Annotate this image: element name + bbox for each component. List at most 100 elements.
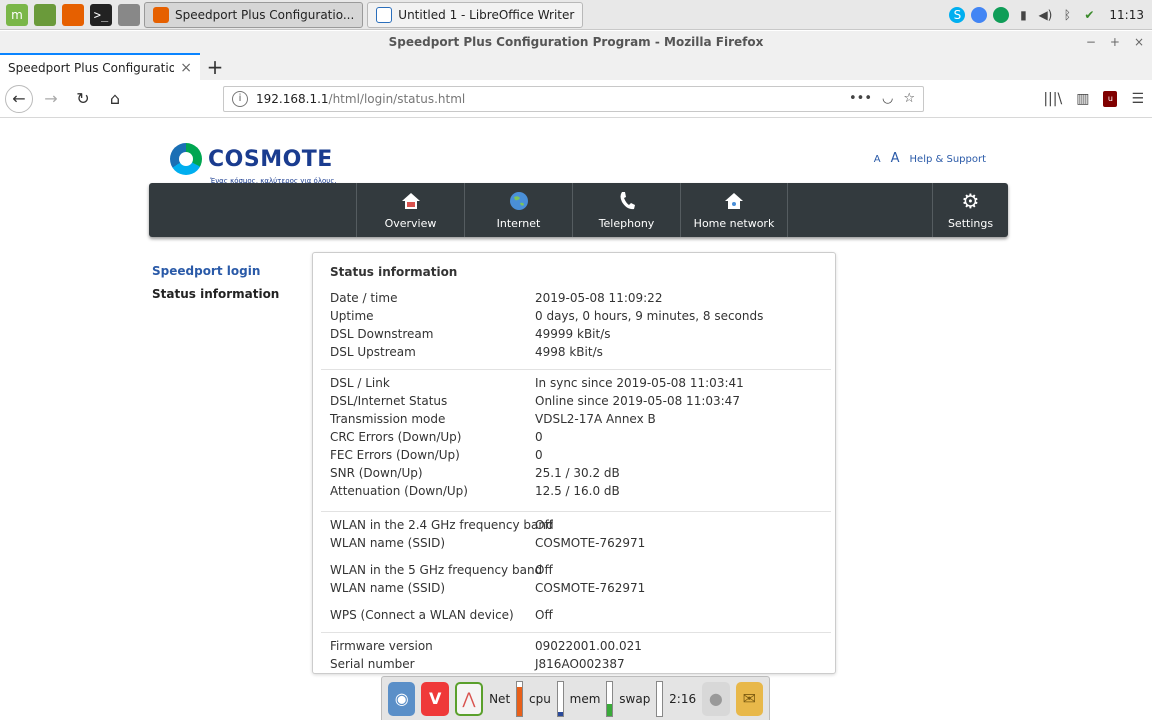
status-value: COSMOTE-762971 [535, 536, 646, 550]
files-launcher-icon[interactable] [118, 3, 140, 26]
page-actions-icon[interactable]: ••• [849, 91, 872, 106]
show-desktop-icon[interactable] [34, 3, 56, 26]
mail-icon[interactable]: ✉ [735, 681, 763, 716]
nav-internet-label: Internet [496, 216, 541, 230]
status-label: DSL / Link [330, 376, 390, 390]
nav-home-network-label: Home network [693, 216, 775, 230]
status-label: Date / time [330, 291, 398, 305]
mint-menu-icon[interactable]: m [6, 3, 28, 26]
status-value: In sync since 2019-05-08 11:03:41 [535, 376, 744, 390]
vivaldi-icon[interactable]: V [421, 681, 449, 716]
nav-telephony-label: Telephony [598, 216, 655, 230]
status-value: 0 days, 0 hours, 9 minutes, 8 seconds [535, 309, 764, 323]
taskbar-firefox[interactable]: Speedport Plus Configuratio... [144, 1, 364, 28]
bookmark-star-icon[interactable]: ☆ [903, 91, 915, 106]
nav-settings[interactable]: ⚙ Settings [932, 183, 1008, 237]
swap-meter [656, 680, 664, 717]
bluetooth-icon[interactable]: ᛒ [1059, 7, 1075, 23]
menu-icon[interactable]: ☰ [1131, 91, 1144, 107]
close-icon[interactable]: × [1134, 31, 1144, 53]
firefox-icon [153, 6, 169, 23]
hangouts-icon[interactable] [993, 6, 1010, 23]
status-label: WLAN in the 2.4 GHz frequency band [330, 518, 554, 532]
navigation-toolbar: ← → ↻ ⌂ i 192.168.1.1/html/login/status.… [0, 80, 1152, 118]
side-link-speedport-login[interactable]: Speedport login [152, 264, 279, 278]
reload-button[interactable]: ↻ [69, 85, 97, 113]
screenshot-app-icon[interactable]: ◉ [388, 681, 416, 716]
net-label: Net [489, 691, 511, 706]
globe-icon [509, 191, 529, 211]
system-tray: S ▮ ◀) ᛒ ✔ 11:13 [949, 6, 1152, 23]
font-size-small-link[interactable]: A [874, 154, 881, 165]
main-navigation: Overview Internet Telephony Home network… [149, 183, 1008, 237]
top-links: A A Help & Support [874, 151, 986, 166]
home-button[interactable]: ⌂ [101, 85, 129, 113]
side-navigation: Speedport login Status information [152, 264, 279, 310]
writer-icon [376, 6, 393, 23]
nav-overview-label: Overview [384, 216, 437, 230]
font-size-large-link[interactable]: A [891, 151, 900, 166]
status-value: Online since 2019-05-08 11:03:47 [535, 394, 740, 408]
home-network-icon [724, 191, 744, 211]
section-divider [321, 632, 831, 633]
taskbar-firefox-label: Speedport Plus Configuratio... [175, 7, 355, 22]
net-meter [516, 680, 523, 717]
phone-icon [617, 191, 637, 211]
status-label: Uptime [330, 309, 374, 323]
dock-time: 2:16 [669, 691, 697, 706]
status-label: FEC Errors (Down/Up) [330, 448, 460, 462]
taskbar-writer[interactable]: Untitled 1 - LibreOffice Writer [367, 1, 584, 28]
ublock-icon[interactable]: u [1103, 90, 1118, 107]
tab-close-icon[interactable]: × [180, 60, 192, 76]
site-info-icon[interactable]: i [232, 90, 248, 107]
status-panel: Status information Date / time 2019-05-08… [312, 252, 836, 674]
side-link-status-information[interactable]: Status information [152, 287, 279, 301]
library-icon[interactable]: |||\ [1043, 91, 1062, 107]
nav-telephony[interactable]: Telephony [572, 183, 680, 237]
volume-icon[interactable]: ◀) [1037, 7, 1053, 23]
status-value: 4998 kBit/s [535, 345, 603, 359]
status-value: 0 [535, 430, 543, 444]
pocket-icon[interactable]: ◡ [882, 91, 893, 106]
back-button[interactable]: ← [5, 84, 33, 113]
status-value: 12.5 / 16.0 dB [535, 484, 620, 498]
cpu-label: cpu [529, 691, 551, 706]
help-support-link[interactable]: Help & Support [910, 154, 986, 165]
update-shield-icon[interactable]: ✔ [1081, 7, 1097, 23]
status-value: Off [535, 608, 553, 622]
status-label: DSL Upstream [330, 345, 416, 359]
tab-speedport[interactable]: Speedport Plus Configuration Pro × [0, 53, 200, 80]
address-bar[interactable]: i 192.168.1.1/html/login/status.html •••… [223, 85, 924, 112]
nav-settings-label: Settings [947, 216, 994, 230]
minimize-icon[interactable]: − [1086, 31, 1096, 53]
status-value: 0 [535, 448, 543, 462]
skype-icon[interactable]: S [949, 6, 966, 23]
status-label: Serial number [330, 657, 415, 671]
new-tab-button[interactable]: + [200, 53, 230, 80]
status-label: SNR (Down/Up) [330, 466, 423, 480]
cosmote-logo[interactable]: COSMOTE Ένας κόσμος, καλύτερος για όλους… [170, 143, 337, 185]
disc-icon[interactable]: ● [702, 681, 730, 716]
nav-home-network[interactable]: Home network [680, 183, 788, 237]
forward-button[interactable]: → [37, 85, 65, 113]
home-icon [401, 191, 421, 211]
status-label: WLAN name (SSID) [330, 581, 446, 595]
window-title-bar: Speedport Plus Configuration Program - M… [0, 31, 1152, 53]
status-value: 09022001.00.021 [535, 639, 642, 653]
nav-overview[interactable]: Overview [356, 183, 464, 237]
tab-bar: Speedport Plus Configuration Pro × + [0, 53, 1152, 80]
bottom-dock: ◉ V ⋀ Net cpu mem swap 2:16 ● ✉ [381, 676, 770, 720]
network-signal-icon[interactable]: ▮ [1015, 7, 1031, 23]
clock[interactable]: 11:13 [1109, 8, 1144, 22]
chrome-icon[interactable] [971, 6, 988, 23]
firefox-launcher-icon[interactable] [62, 3, 84, 26]
nav-internet[interactable]: Internet [464, 183, 572, 237]
system-monitor-icon[interactable]: ⋀ [454, 681, 484, 716]
cpu-meter [556, 680, 564, 717]
sidebar-icon[interactable]: ▥ [1076, 91, 1089, 107]
maximize-icon[interactable]: + [1110, 31, 1120, 53]
terminal-launcher-icon[interactable]: >_ [90, 3, 112, 26]
window-title: Speedport Plus Configuration Program - M… [388, 35, 764, 49]
status-value: 2019-05-08 11:09:22 [535, 291, 663, 305]
cosmote-logo-mark [170, 143, 202, 175]
